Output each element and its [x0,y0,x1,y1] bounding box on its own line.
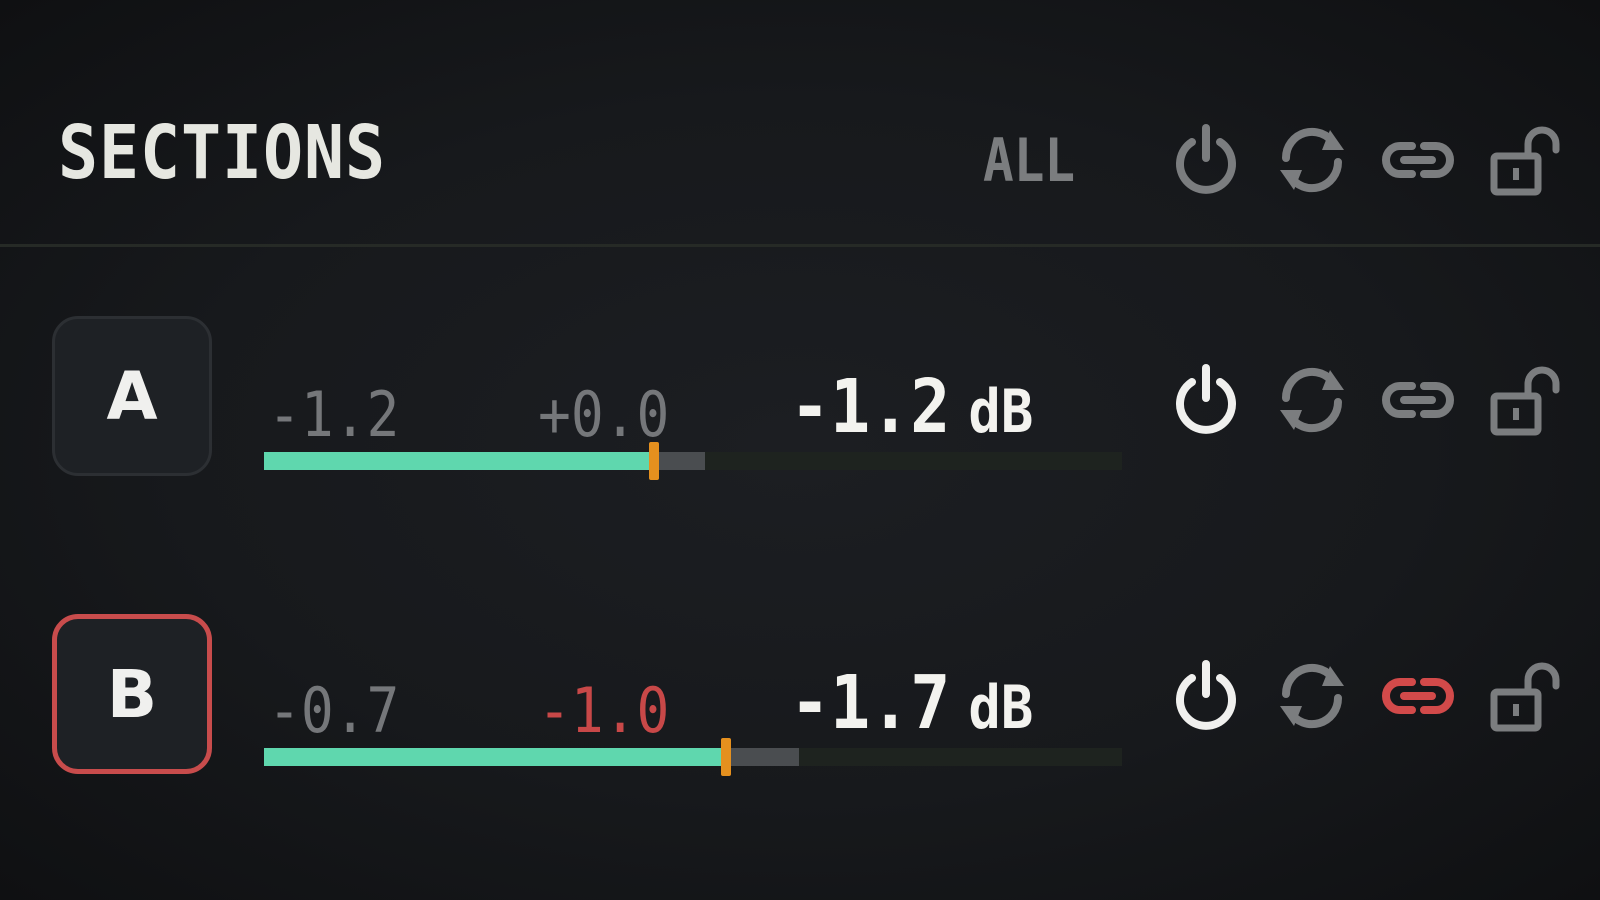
section-row-b: B -0.7 -1.0 -1.7 dB [0,598,1600,798]
refresh-icon [1280,663,1344,729]
power-icon [1176,660,1236,730]
refresh-icon [1280,367,1344,433]
section-select-button[interactable]: B [52,614,212,774]
total-number: -1.7 [790,660,951,746]
unlock-icon [1490,126,1560,196]
slider-ghost-range [726,748,799,766]
total-number: -1.2 [790,364,951,450]
section-adjust-value: -1.0 [538,674,670,747]
slider-thumb[interactable] [721,738,731,776]
link-icon [1382,382,1454,418]
panel-header: SECTIONS ALL [0,0,1600,246]
link-icon [1382,142,1454,178]
section-link-button[interactable] [1376,654,1460,738]
all-power-button[interactable] [1164,118,1248,202]
slider-thumb[interactable] [649,442,659,480]
total-unit: dB [968,377,1034,447]
section-row-a: A -1.2 +0.0 -1.2 dB [0,300,1600,500]
section-offset-value: -0.7 [268,674,400,747]
power-icon [1176,364,1236,434]
section-select-button[interactable]: A [52,316,212,476]
unlock-icon [1490,662,1560,732]
panel-title: SECTIONS [58,110,386,196]
sections-panel: SECTIONS ALL A -1.2 +0.0 -1.2 dB B -0.7 … [0,0,1600,900]
total-unit: dB [968,673,1034,743]
link-icon [1382,678,1454,714]
section-power-button[interactable] [1164,654,1248,738]
slider-ghost-range [654,452,705,470]
all-toggle-button[interactable]: ALL [983,126,1075,196]
section-reset-button[interactable] [1270,358,1354,442]
section-power-button[interactable] [1164,358,1248,442]
section-link-button[interactable] [1376,358,1460,442]
section-total-value: -1.7 dB [790,660,1033,746]
refresh-icon [1280,127,1344,193]
section-reset-button[interactable] [1270,654,1354,738]
power-icon [1176,124,1236,194]
section-adjust-value: +0.0 [538,378,670,451]
all-lock-button[interactable] [1482,118,1566,202]
section-offset-value: -1.2 [268,378,400,451]
all-reset-button[interactable] [1270,118,1354,202]
slider-fill [264,748,726,766]
section-lock-button[interactable] [1482,654,1566,738]
header-divider [0,244,1600,247]
section-total-value: -1.2 dB [790,364,1033,450]
section-lock-button[interactable] [1482,358,1566,442]
all-link-button[interactable] [1376,118,1460,202]
section-gain-slider[interactable] [264,738,1122,776]
slider-fill [264,452,654,470]
section-gain-slider[interactable] [264,442,1122,480]
unlock-icon [1490,366,1560,436]
